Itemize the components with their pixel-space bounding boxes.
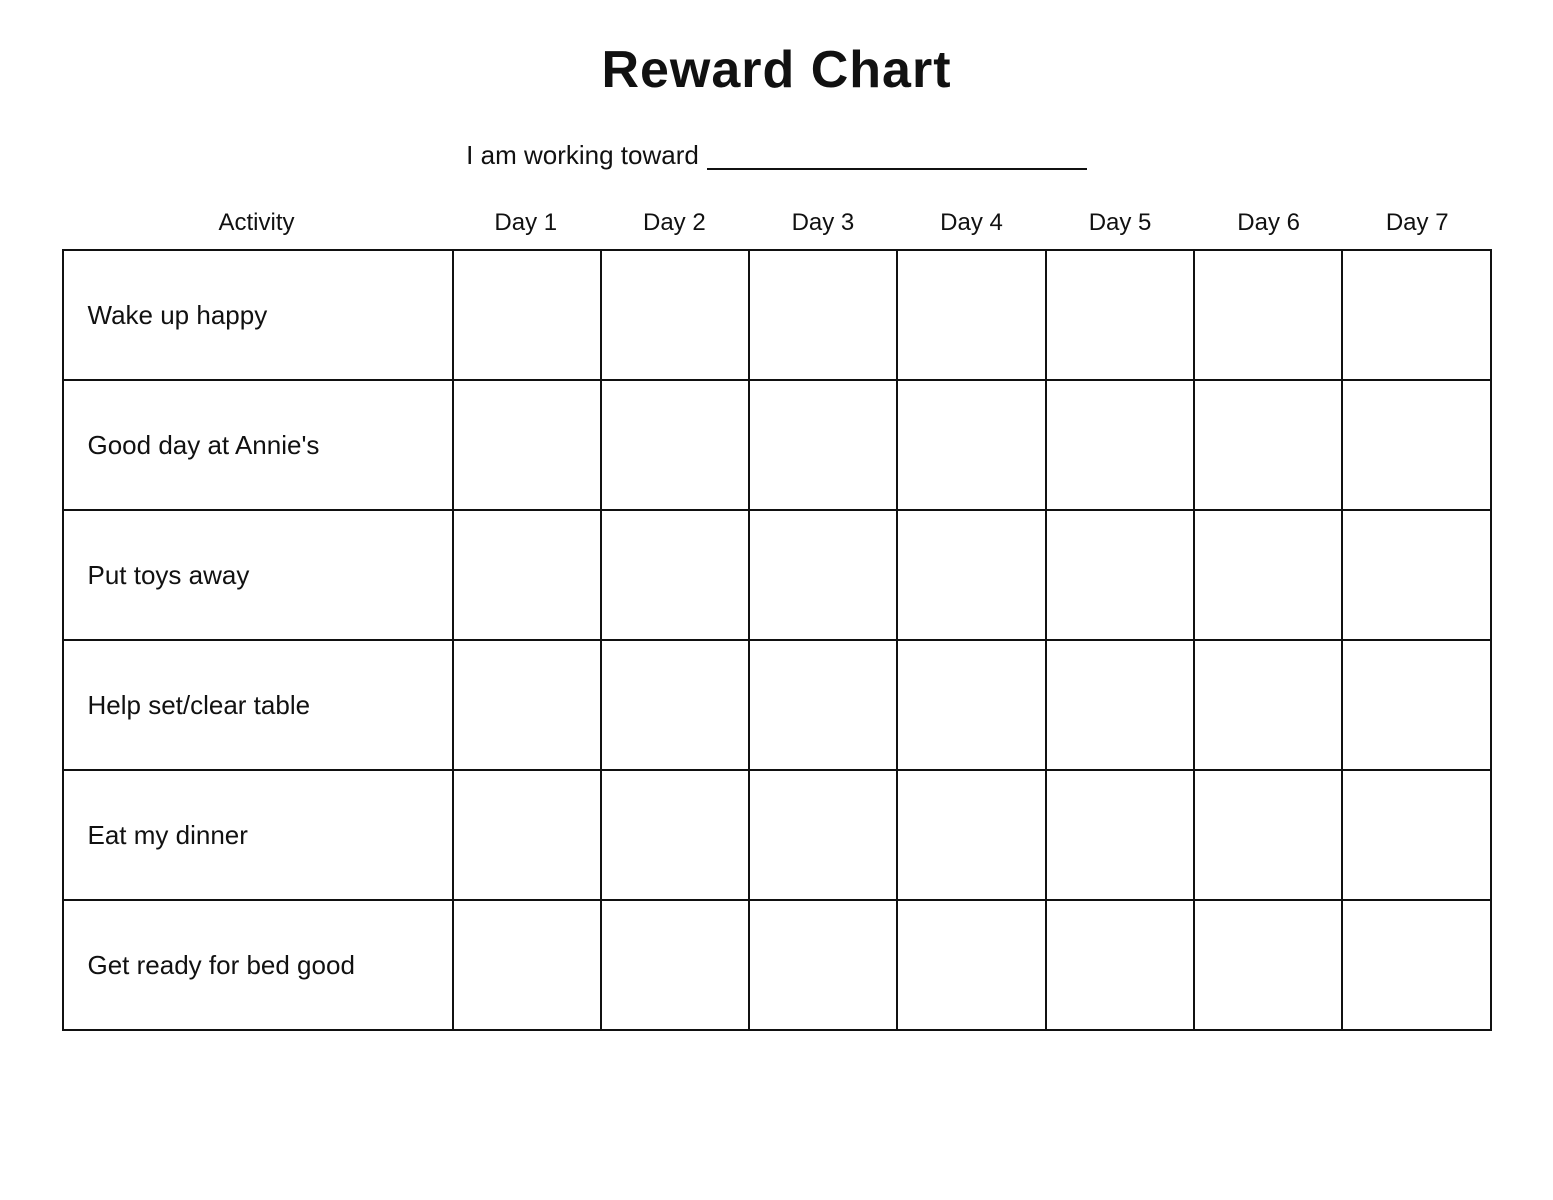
row2-day2-cell[interactable] [601,510,749,640]
row4-day1-cell[interactable] [453,770,601,900]
table-row: Wake up happy [63,250,1491,380]
row4-day6-cell[interactable] [1194,770,1342,900]
row1-day5-cell[interactable] [1046,380,1194,510]
activity-cell-2: Put toys away [63,510,453,640]
row1-day6-cell[interactable] [1194,380,1342,510]
row5-day3-cell[interactable] [749,900,897,1030]
working-toward-line [707,142,1087,170]
row3-day4-cell[interactable] [897,640,1045,770]
activity-cell-3: Help set/clear table [63,640,453,770]
row4-day5-cell[interactable] [1046,770,1194,900]
row4-day2-cell[interactable] [601,770,749,900]
column-headers: Activity Day 1 Day 2 Day 3 Day 4 Day 5 D… [62,201,1492,249]
row5-day5-cell[interactable] [1046,900,1194,1030]
row0-day3-cell[interactable] [749,250,897,380]
row0-day6-cell[interactable] [1194,250,1342,380]
row1-day3-cell[interactable] [749,380,897,510]
row4-day7-cell[interactable] [1342,770,1490,900]
row5-day7-cell[interactable] [1342,900,1490,1030]
row0-day4-cell[interactable] [897,250,1045,380]
row1-day2-cell[interactable] [601,380,749,510]
table-row: Get ready for bed good [63,900,1491,1030]
reward-chart-table: Wake up happyGood day at Annie'sPut toys… [62,249,1492,1031]
day6-header: Day 6 [1194,201,1343,249]
page-title: Reward Chart [601,40,951,100]
day4-header: Day 4 [897,201,1046,249]
activity-cell-1: Good day at Annie's [63,380,453,510]
day1-header: Day 1 [452,201,601,249]
row1-day7-cell[interactable] [1342,380,1490,510]
working-toward-label: I am working toward [466,140,699,171]
row5-day6-cell[interactable] [1194,900,1342,1030]
row2-day1-cell[interactable] [453,510,601,640]
activity-cell-5: Get ready for bed good [63,900,453,1030]
activity-cell-0: Wake up happy [63,250,453,380]
row3-day1-cell[interactable] [453,640,601,770]
row2-day5-cell[interactable] [1046,510,1194,640]
row3-day2-cell[interactable] [601,640,749,770]
row2-day6-cell[interactable] [1194,510,1342,640]
table-row: Put toys away [63,510,1491,640]
day7-header: Day 7 [1343,201,1492,249]
activity-column-header: Activity [62,201,452,249]
row5-day1-cell[interactable] [453,900,601,1030]
table-row: Good day at Annie's [63,380,1491,510]
row3-day7-cell[interactable] [1342,640,1490,770]
day2-header: Day 2 [600,201,749,249]
table-row: Help set/clear table [63,640,1491,770]
working-toward-row: I am working toward [466,140,1087,171]
row0-day5-cell[interactable] [1046,250,1194,380]
row5-day4-cell[interactable] [897,900,1045,1030]
row5-day2-cell[interactable] [601,900,749,1030]
row2-day7-cell[interactable] [1342,510,1490,640]
row3-day6-cell[interactable] [1194,640,1342,770]
row4-day3-cell[interactable] [749,770,897,900]
row2-day3-cell[interactable] [749,510,897,640]
row0-day1-cell[interactable] [453,250,601,380]
row0-day2-cell[interactable] [601,250,749,380]
chart-container: Activity Day 1 Day 2 Day 3 Day 4 Day 5 D… [62,201,1492,1031]
row2-day4-cell[interactable] [897,510,1045,640]
day5-header: Day 5 [1046,201,1195,249]
table-row: Eat my dinner [63,770,1491,900]
activity-cell-4: Eat my dinner [63,770,453,900]
day3-header: Day 3 [749,201,898,249]
row0-day7-cell[interactable] [1342,250,1490,380]
row3-day3-cell[interactable] [749,640,897,770]
row4-day4-cell[interactable] [897,770,1045,900]
row1-day4-cell[interactable] [897,380,1045,510]
row1-day1-cell[interactable] [453,380,601,510]
row3-day5-cell[interactable] [1046,640,1194,770]
